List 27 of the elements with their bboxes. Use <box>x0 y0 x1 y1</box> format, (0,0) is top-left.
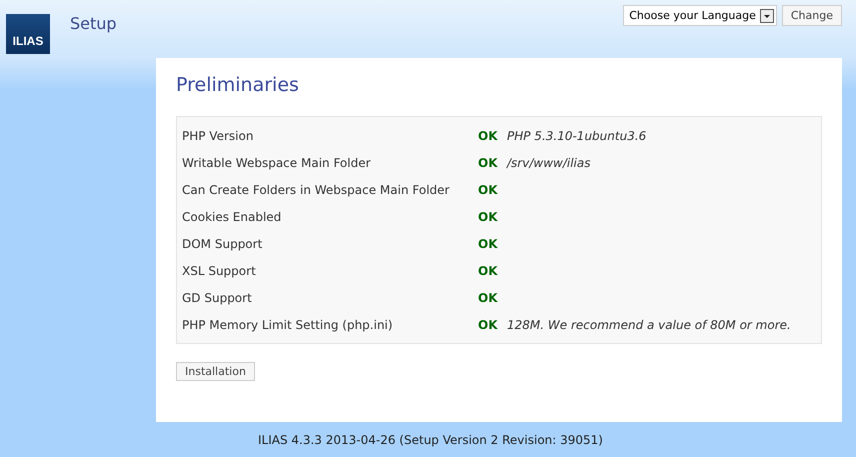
check-label: Cookies Enabled <box>182 209 282 225</box>
check-label: DOM Support <box>182 236 264 252</box>
check-status: OK <box>478 182 499 198</box>
check-status: OK <box>478 209 499 225</box>
installation-button[interactable]: Installation <box>176 362 255 381</box>
check-label: PHP Version <box>182 128 254 144</box>
check-status: OK <box>478 290 499 306</box>
check-status: OK <box>478 155 499 171</box>
check-label: GD Support <box>182 290 253 306</box>
check-status: OK <box>478 263 499 279</box>
logo: ILIAS <box>6 14 50 54</box>
check-label: Can Create Folders in Webspace Main Folder <box>182 182 450 198</box>
change-button[interactable]: Change <box>782 5 842 26</box>
check-label: Writable Webspace Main Folder <box>182 155 372 171</box>
version-info: ILIAS 4.3.3 2013-04-26 (Setup Version 2 Revision: 39051) <box>258 433 603 447</box>
check-detail: /srv/www/ilias <box>507 155 592 171</box>
section-title: Preliminaries <box>176 74 300 96</box>
check-detail: PHP 5.3.10-1ubuntu3.6 <box>507 128 648 144</box>
page-title: Setup <box>70 14 117 33</box>
language-select[interactable]: Choose your Language <box>623 5 777 26</box>
caret-icon <box>760 8 774 22</box>
check-status: OK <box>478 317 499 333</box>
check-detail: 128M. We recommend a value of 80M or more. <box>507 317 792 333</box>
check-label: XSL Support <box>182 263 257 279</box>
check-label: PHP Memory Limit Setting (php.ini) <box>182 317 394 333</box>
check-status: OK <box>478 128 499 144</box>
check-status: OK <box>478 236 499 252</box>
